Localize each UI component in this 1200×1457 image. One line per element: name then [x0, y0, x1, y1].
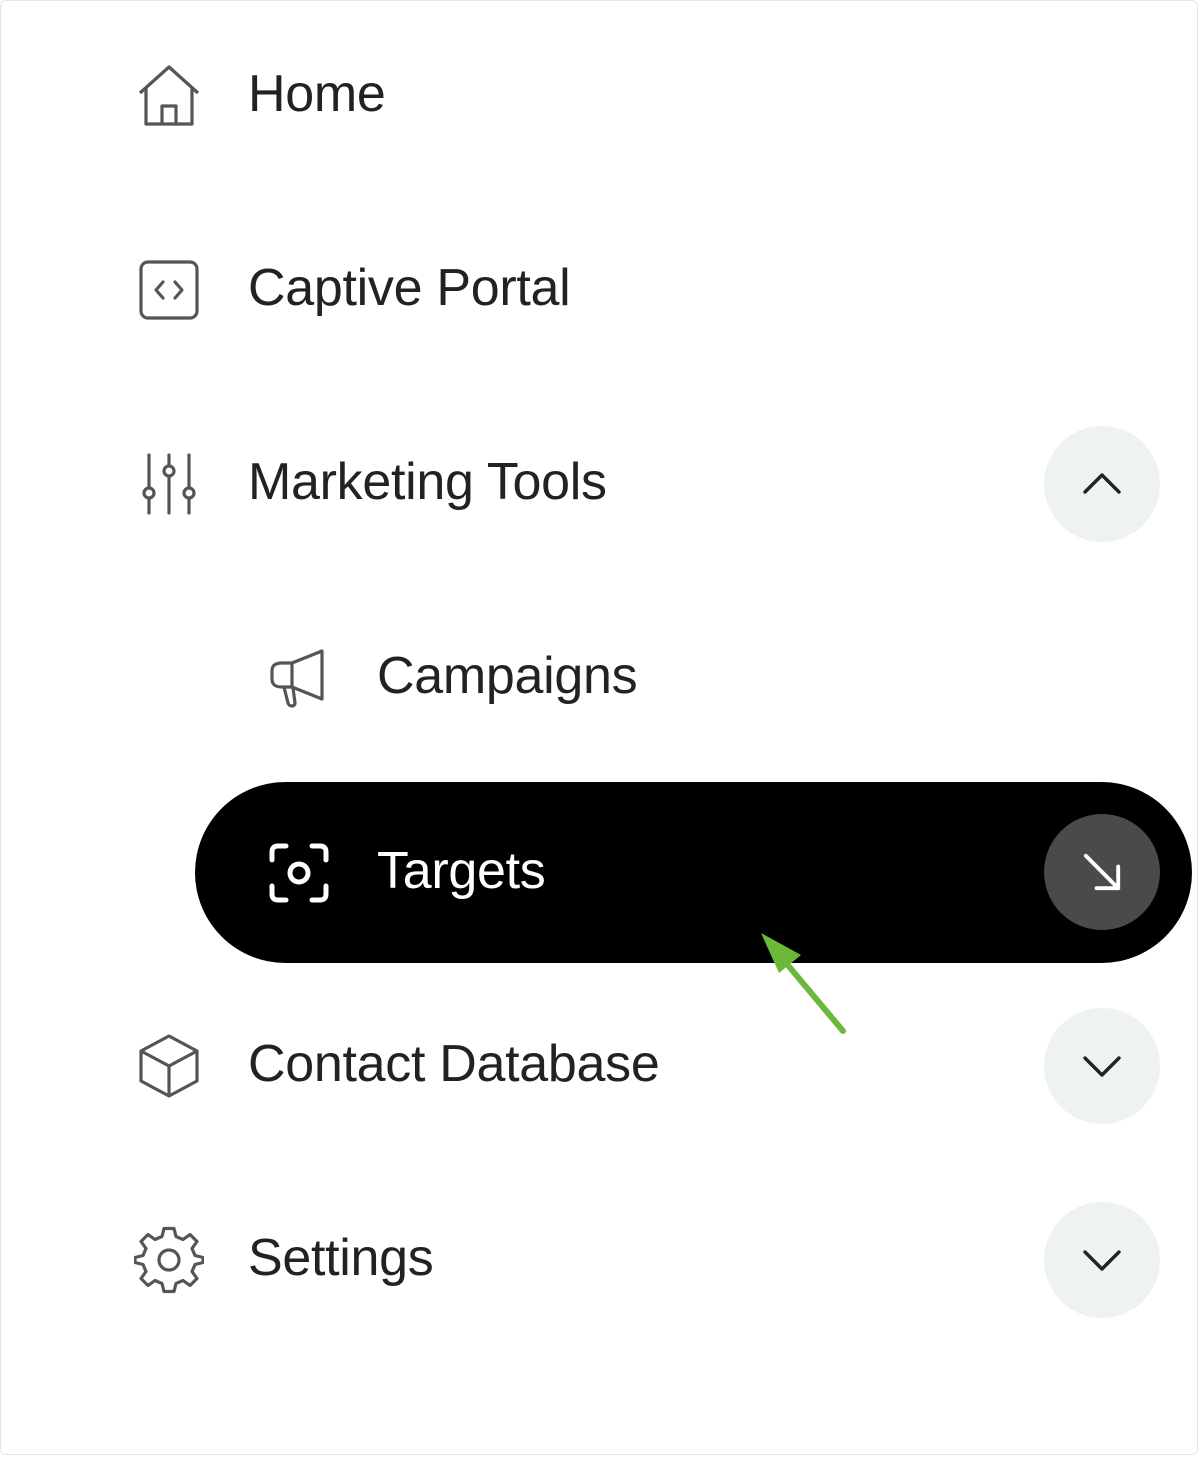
sidebar-item-label: Contact Database	[248, 1035, 660, 1093]
sidebar-item-label: Marketing Tools	[248, 453, 607, 511]
sliders-icon	[134, 449, 204, 519]
megaphone-icon	[264, 643, 334, 713]
code-box-icon	[134, 255, 204, 325]
expand-toggle-button[interactable]	[1044, 426, 1160, 542]
sidebar-item-marketing-tools[interactable]: Marketing Tools	[1, 424, 1200, 544]
sidebar-subitem-targets[interactable]	[195, 782, 1192, 963]
expand-toggle-button[interactable]	[1044, 1202, 1160, 1318]
sidebar-subitem-label: Campaigns	[377, 647, 638, 705]
expand-toggle-button[interactable]	[1044, 1008, 1160, 1124]
sidebar-panel: Home Captive Portal Marketing Tools Camp…	[0, 0, 1198, 1455]
chevron-down-icon	[1083, 1056, 1121, 1077]
arrow-down-right-icon	[1083, 853, 1121, 891]
sidebar-subitem-label: Targets	[377, 842, 546, 900]
home-icon	[134, 61, 204, 131]
cube-icon	[134, 1031, 204, 1101]
sidebar-item-settings[interactable]: Settings	[1, 1200, 1200, 1320]
sidebar-item-captive-portal[interactable]: Captive Portal	[1, 230, 1200, 350]
sidebar-item-home[interactable]: Home	[1, 36, 1200, 156]
chevron-up-icon	[1083, 473, 1121, 494]
chevron-down-icon	[1083, 1250, 1121, 1271]
focus-target-icon	[264, 838, 334, 908]
gear-icon	[134, 1225, 204, 1295]
sidebar-item-label: Home	[248, 65, 386, 123]
sidebar-item-label: Captive Portal	[248, 259, 571, 317]
sidebar-subitem-campaigns[interactable]: Campaigns	[1, 618, 1200, 738]
sidebar-item-label: Settings	[248, 1229, 434, 1287]
sidebar-item-contact-database[interactable]: Contact Database	[1, 1006, 1200, 1126]
open-targets-button[interactable]	[1044, 814, 1160, 930]
